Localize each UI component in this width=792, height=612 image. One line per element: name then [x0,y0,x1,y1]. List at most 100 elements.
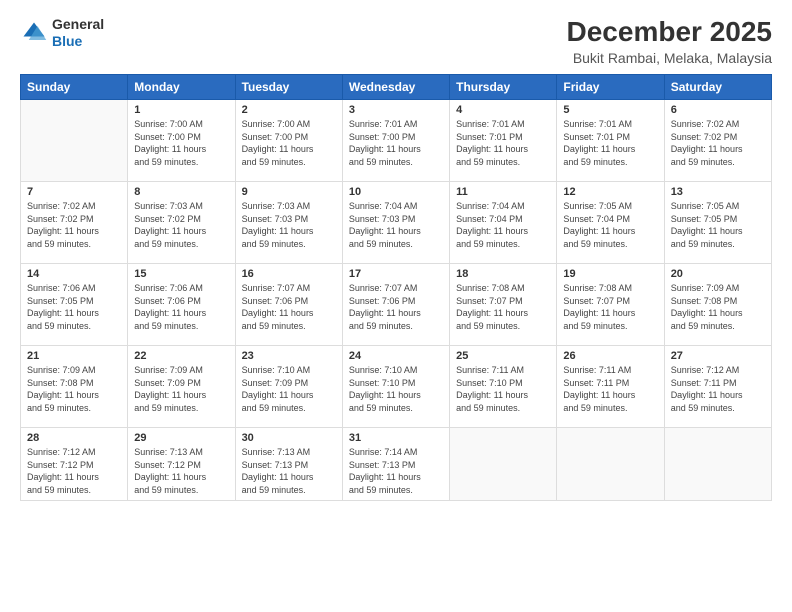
day-number: 27 [671,350,765,362]
weekday-header: Monday [128,75,235,100]
weekday-header: Sunday [21,75,128,100]
title-block: December 2025 Bukit Rambai, Melaka, Mala… [567,16,772,66]
day-info: Sunrise: 7:01 AM Sunset: 7:00 PM Dayligh… [349,118,443,168]
day-info: Sunrise: 7:12 AM Sunset: 7:12 PM Dayligh… [27,446,121,496]
calendar-cell: 8 Sunrise: 7:03 AM Sunset: 7:02 PM Daylig… [128,182,235,264]
day-number: 6 [671,104,765,116]
weekday-header: Wednesday [342,75,449,100]
day-info: Sunrise: 7:04 AM Sunset: 7:04 PM Dayligh… [456,200,550,250]
day-number: 28 [27,432,121,444]
calendar-week-row: 21 Sunrise: 7:09 AM Sunset: 7:08 PM Dayli… [21,346,772,428]
calendar-cell: 22 Sunrise: 7:09 AM Sunset: 7:09 PM Dayli… [128,346,235,428]
day-info: Sunrise: 7:02 AM Sunset: 7:02 PM Dayligh… [27,200,121,250]
logo: General Blue [20,16,104,50]
logo-text: General Blue [52,16,104,50]
day-info: Sunrise: 7:01 AM Sunset: 7:01 PM Dayligh… [563,118,657,168]
day-number: 7 [27,186,121,198]
calendar-cell: 30Sunrise: 7:13 AM Sunset: 7:13 PM Dayli… [235,428,342,501]
day-number: 2 [242,104,336,116]
day-info: Sunrise: 7:09 AM Sunset: 7:09 PM Dayligh… [134,364,228,414]
day-number: 17 [349,268,443,280]
calendar-cell: 1 Sunrise: 7:00 AM Sunset: 7:00 PM Daylig… [128,100,235,182]
day-info: Sunrise: 7:00 AM Sunset: 7:00 PM Dayligh… [134,118,228,168]
weekday-header: Saturday [664,75,771,100]
day-number: 24 [349,350,443,362]
calendar-cell: 28 Sunrise: 7:12 AM Sunset: 7:12 PM Dayli… [21,428,128,501]
day-number: 29 [134,432,228,444]
day-info: Sunrise: 7:04 AM Sunset: 7:03 PM Dayligh… [349,200,443,250]
day-info: Sunrise: 7:09 AM Sunset: 7:08 PM Dayligh… [27,364,121,414]
day-number: 11 [456,186,550,198]
calendar-cell: 4Sunrise: 7:01 AM Sunset: 7:01 PM Daylig… [450,100,557,182]
weekday-header: Thursday [450,75,557,100]
calendar-cell: 24Sunrise: 7:10 AM Sunset: 7:10 PM Dayli… [342,346,449,428]
day-number: 8 [134,186,228,198]
day-info: Sunrise: 7:10 AM Sunset: 7:09 PM Dayligh… [242,364,336,414]
calendar-cell: 9 Sunrise: 7:03 AM Sunset: 7:03 PM Daylig… [235,182,342,264]
calendar-table: SundayMondayTuesdayWednesdayThursdayFrid… [20,74,772,501]
calendar-cell: 2 Sunrise: 7:00 AM Sunset: 7:00 PM Daylig… [235,100,342,182]
calendar-cell: 26Sunrise: 7:11 AM Sunset: 7:11 PM Dayli… [557,346,664,428]
calendar-cell: 3 Sunrise: 7:01 AM Sunset: 7:00 PM Daylig… [342,100,449,182]
day-info: Sunrise: 7:09 AM Sunset: 7:08 PM Dayligh… [671,282,765,332]
day-number: 30 [242,432,336,444]
calendar-cell: 16 Sunrise: 7:07 AM Sunset: 7:06 PM Dayli… [235,264,342,346]
day-info: Sunrise: 7:13 AM Sunset: 7:12 PM Dayligh… [134,446,228,496]
calendar-cell [557,428,664,501]
calendar-cell: 13 Sunrise: 7:05 AM Sunset: 7:05 PM Dayli… [664,182,771,264]
logo-icon [20,19,48,47]
day-number: 10 [349,186,443,198]
calendar-cell: 5 Sunrise: 7:01 AM Sunset: 7:01 PM Daylig… [557,100,664,182]
calendar-cell: 19 Sunrise: 7:08 AM Sunset: 7:07 PM Dayli… [557,264,664,346]
day-info: Sunrise: 7:07 AM Sunset: 7:06 PM Dayligh… [242,282,336,332]
day-info: Sunrise: 7:07 AM Sunset: 7:06 PM Dayligh… [349,282,443,332]
day-number: 19 [563,268,657,280]
calendar-cell: 27 Sunrise: 7:12 AM Sunset: 7:11 PM Dayli… [664,346,771,428]
calendar-cell: 12 Sunrise: 7:05 AM Sunset: 7:04 PM Dayli… [557,182,664,264]
calendar-cell: 25Sunrise: 7:11 AM Sunset: 7:10 PM Dayli… [450,346,557,428]
main-title: December 2025 [567,16,772,48]
day-info: Sunrise: 7:08 AM Sunset: 7:07 PM Dayligh… [456,282,550,332]
day-number: 23 [242,350,336,362]
day-info: Sunrise: 7:00 AM Sunset: 7:00 PM Dayligh… [242,118,336,168]
day-number: 3 [349,104,443,116]
calendar-cell [21,100,128,182]
day-number: 12 [563,186,657,198]
day-number: 21 [27,350,121,362]
calendar-week-row: 14Sunrise: 7:06 AM Sunset: 7:05 PM Dayli… [21,264,772,346]
calendar-cell [450,428,557,501]
calendar-header-row: SundayMondayTuesdayWednesdayThursdayFrid… [21,75,772,100]
day-number: 22 [134,350,228,362]
day-number: 15 [134,268,228,280]
day-number: 20 [671,268,765,280]
day-number: 16 [242,268,336,280]
day-number: 13 [671,186,765,198]
subtitle: Bukit Rambai, Melaka, Malaysia [567,50,772,66]
day-info: Sunrise: 7:08 AM Sunset: 7:07 PM Dayligh… [563,282,657,332]
page: General Blue December 2025 Bukit Rambai,… [0,0,792,612]
day-number: 31 [349,432,443,444]
calendar-cell: 31 Sunrise: 7:14 AM Sunset: 7:13 PM Dayli… [342,428,449,501]
calendar-week-row: 7 Sunrise: 7:02 AM Sunset: 7:02 PM Daylig… [21,182,772,264]
day-number: 25 [456,350,550,362]
calendar-cell: 14Sunrise: 7:06 AM Sunset: 7:05 PM Dayli… [21,264,128,346]
day-info: Sunrise: 7:06 AM Sunset: 7:05 PM Dayligh… [27,282,121,332]
day-number: 4 [456,104,550,116]
calendar-cell: 17 Sunrise: 7:07 AM Sunset: 7:06 PM Dayli… [342,264,449,346]
day-info: Sunrise: 7:05 AM Sunset: 7:04 PM Dayligh… [563,200,657,250]
calendar-cell: 7 Sunrise: 7:02 AM Sunset: 7:02 PM Daylig… [21,182,128,264]
day-info: Sunrise: 7:14 AM Sunset: 7:13 PM Dayligh… [349,446,443,496]
calendar-cell: 23 Sunrise: 7:10 AM Sunset: 7:09 PM Dayli… [235,346,342,428]
day-info: Sunrise: 7:12 AM Sunset: 7:11 PM Dayligh… [671,364,765,414]
day-number: 1 [134,104,228,116]
day-number: 5 [563,104,657,116]
calendar-week-row: 28 Sunrise: 7:12 AM Sunset: 7:12 PM Dayli… [21,428,772,501]
day-info: Sunrise: 7:03 AM Sunset: 7:03 PM Dayligh… [242,200,336,250]
calendar-cell: 20 Sunrise: 7:09 AM Sunset: 7:08 PM Dayli… [664,264,771,346]
day-info: Sunrise: 7:03 AM Sunset: 7:02 PM Dayligh… [134,200,228,250]
logo-general: General [52,16,104,32]
day-info: Sunrise: 7:05 AM Sunset: 7:05 PM Dayligh… [671,200,765,250]
calendar-cell [664,428,771,501]
day-number: 9 [242,186,336,198]
calendar-cell: 10 Sunrise: 7:04 AM Sunset: 7:03 PM Dayli… [342,182,449,264]
